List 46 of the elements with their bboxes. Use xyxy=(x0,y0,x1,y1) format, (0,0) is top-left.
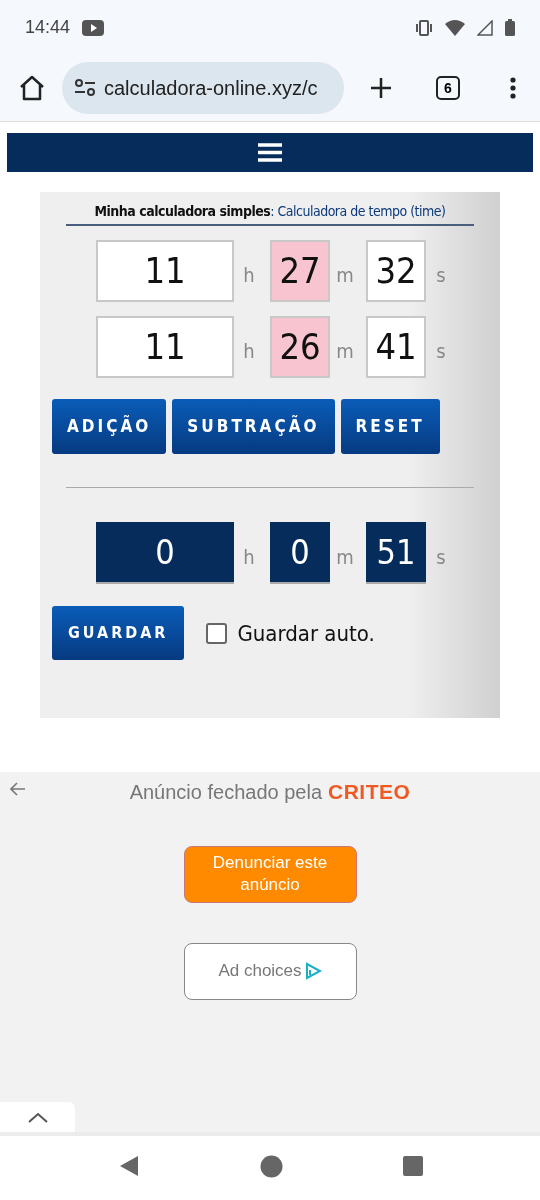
operation-button[interactable]: ADIÇÃO xyxy=(52,399,167,454)
unit-label: h xyxy=(242,544,256,571)
address-bar[interactable]: calculadora-online.xyz/c xyxy=(62,62,344,114)
ad-choices-icon xyxy=(303,962,322,980)
tab-count[interactable]: 6 xyxy=(436,76,460,100)
url-text: calculadora-online.xyz/c xyxy=(104,76,318,101)
unit-label: m xyxy=(335,544,355,571)
time-input-field[interactable]: 41 xyxy=(366,316,426,378)
result-field: 0 xyxy=(270,522,330,584)
operation-button[interactable]: SUBTRAÇÃO xyxy=(172,399,335,454)
menu-icon[interactable] xyxy=(510,77,516,99)
unit-label: m xyxy=(335,262,355,289)
video-app-icon xyxy=(82,19,105,36)
unit-label: h xyxy=(242,338,256,365)
chevron-up-icon xyxy=(27,1111,48,1123)
ad-closed-text: Anúncio fechado pela xyxy=(129,779,322,805)
clock-time: 14:44 xyxy=(25,16,71,39)
save-button[interactable]: GUARDAR xyxy=(52,606,185,660)
back-arrow-icon[interactable] xyxy=(10,782,26,796)
result-field: 51 xyxy=(366,522,426,584)
home-icon[interactable] xyxy=(18,75,46,101)
unit-label: h xyxy=(242,262,256,289)
time-input-field[interactable]: 11 xyxy=(96,240,234,302)
ad-choices-button[interactable]: Ad choices xyxy=(183,942,357,1000)
result-field: 0 xyxy=(96,522,234,584)
unit-label: s xyxy=(435,338,447,365)
calculator-title: Minha calculadora simples: Calculadora de tempo (time) xyxy=(94,203,446,219)
auto-save-checkbox[interactable] xyxy=(206,622,228,644)
unit-label: m xyxy=(335,338,355,365)
unit-label: s xyxy=(435,544,447,571)
time-input-field[interactable]: 11 xyxy=(96,316,234,378)
time-input-field[interactable]: 26 xyxy=(270,316,330,378)
time-input-field[interactable]: 27 xyxy=(270,240,330,302)
new-tab-icon[interactable] xyxy=(370,77,392,99)
operation-button[interactable]: RESET xyxy=(340,399,440,454)
site-settings-icon[interactable] xyxy=(74,79,96,97)
time-input-field[interactable]: 32 xyxy=(366,240,426,302)
battery-icon xyxy=(505,19,515,36)
auto-save-label: Guardar auto. xyxy=(237,619,375,648)
criteo-logo: CRITEO xyxy=(328,779,411,805)
signal-icon xyxy=(477,19,493,36)
vibrate-icon xyxy=(415,19,433,36)
recents-icon[interactable] xyxy=(402,1156,423,1176)
menu-icon[interactable] xyxy=(258,143,282,162)
unit-label: s xyxy=(435,262,447,289)
wifi-icon xyxy=(445,19,465,36)
